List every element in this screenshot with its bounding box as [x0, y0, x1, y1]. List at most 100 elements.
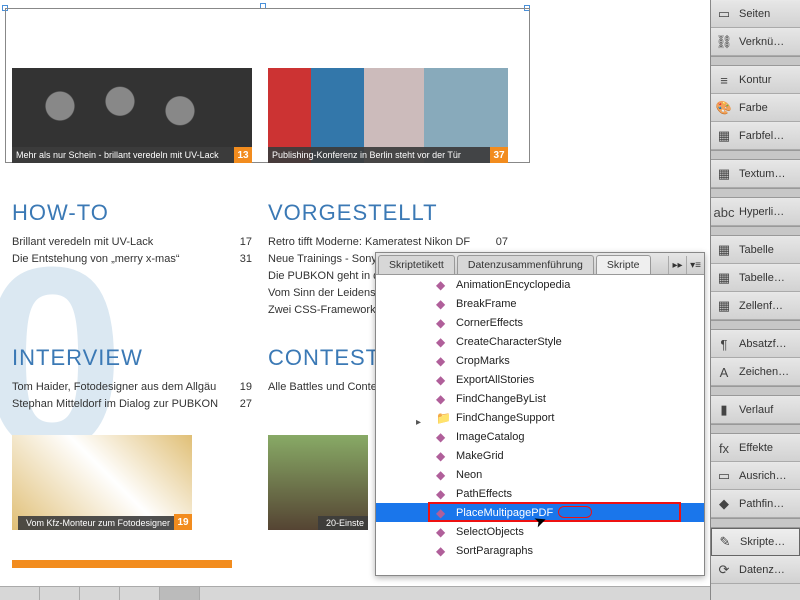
script-item-createcharacterstyle[interactable]: ◆CreateCharacterStyle — [376, 332, 704, 351]
script-icon: ◆ — [436, 297, 450, 311]
scripts-panel-tabs: Skriptetikett Datenzusammenführung Skrip… — [376, 253, 704, 275]
panel-icon: ✎ — [716, 534, 734, 550]
script-icon: ◆ — [436, 373, 450, 387]
section-title: HOW-TO — [12, 200, 252, 226]
section-interview: INTERVIEW Tom Haider, Fotodesigner aus d… — [12, 345, 252, 413]
script-icon: ◆ — [436, 525, 450, 539]
script-icon: ◆ — [436, 278, 450, 292]
script-item-exportallstories[interactable]: ◆ ExportAllStories — [376, 370, 704, 389]
panel-kontur[interactable]: ≡Kontur — [711, 66, 800, 94]
panel-label: Seiten — [739, 8, 770, 20]
script-name: SortParagraphs — [456, 545, 533, 557]
script-name: CreateCharacterStyle — [456, 336, 562, 348]
toc-line: Stephan Mitteldorf im Dialog zur PUBKON2… — [12, 396, 252, 413]
script-item-sortparagraphs[interactable]: ◆ SortParagraphs — [376, 541, 704, 560]
script-item-patheffects[interactable]: ◆PathEffects — [376, 484, 704, 503]
panel-icon: ▦ — [715, 242, 733, 258]
panel-effekte[interactable]: fx Effekte — [711, 434, 800, 462]
toc-text: Die Entstehung von „merry x-mas“ — [12, 251, 180, 268]
tab-skriptetikett[interactable]: Skriptetikett — [378, 255, 455, 274]
panel-label: Effekte — [739, 442, 773, 454]
panel-absatzf[interactable]: ¶ Absatzf… — [711, 330, 800, 358]
article-thumb-1[interactable]: Mehr als nur Schein - brillant veredeln … — [12, 68, 252, 163]
panel-farbfel[interactable]: ▦Farbfel… — [711, 122, 800, 150]
panel-label: Zeichen… — [739, 366, 789, 378]
toc-page: 27 — [240, 396, 252, 413]
section-title: INTERVIEW — [12, 345, 252, 371]
toc-text: Retro tifft Moderne: Kameratest Nikon DF — [268, 234, 470, 251]
tab-skripte[interactable]: Skripte — [596, 255, 651, 274]
script-icon: ◆ — [436, 392, 450, 406]
panel-icon: abc — [715, 204, 733, 220]
panel-skripte[interactable]: ✎Skripte… — [711, 528, 800, 556]
panel-label: Pathfin… — [739, 498, 784, 510]
panel-ausrich[interactable]: ▭Ausrich… — [711, 462, 800, 490]
script-item-makegrid[interactable]: ◆ MakeGrid — [376, 446, 704, 465]
toc-text: Brillant veredeln mit UV-Lack — [12, 234, 153, 251]
thumb-img-2[interactable]: 20-Einste — [268, 435, 368, 530]
script-icon: ◆ — [436, 468, 450, 482]
toc-line: Retro tifft Moderne: Kameratest Nikon DF… — [268, 234, 508, 251]
script-icon: ◆ — [436, 430, 450, 444]
panel-textum[interactable]: ▦Textum… — [711, 160, 800, 188]
article-page-num: 37 — [490, 147, 508, 163]
panel-dock[interactable]: ▭ Seiten ⛓Verknü… ≡Kontur🎨Farbe▦Farbfel… ▦Te… — [710, 0, 800, 600]
panel-tabelle[interactable]: ▦Tabelle… — [711, 264, 800, 292]
panel-verlauf[interactable]: ▮Verlauf — [711, 396, 800, 424]
tab-datenzusammenfuehrung[interactable]: Datenzusammenführung — [457, 255, 594, 274]
script-item-neon[interactable]: ◆ Neon — [376, 465, 704, 484]
script-name: Neon — [456, 469, 482, 481]
script-item-animationencyclopedia[interactable]: ◆ AnimationEncyclopedia — [376, 275, 704, 294]
panel-label: Hyperli… — [739, 206, 784, 218]
script-item-cornereffects[interactable]: ◆CornerEffects — [376, 313, 704, 332]
script-name: FindChangeByList — [456, 393, 546, 405]
script-name: ImageCatalog — [456, 431, 525, 443]
panel-label: Verlauf — [739, 404, 773, 416]
panel-hyperli[interactable]: abc Hyperli… — [711, 198, 800, 226]
panel-seiten[interactable]: ▭ Seiten — [711, 0, 800, 28]
panel-icon: fx — [715, 440, 733, 456]
article-caption: Publishing-Konferenz in Berlin steht vor… — [268, 147, 508, 163]
panel-label: Kontur — [739, 74, 771, 86]
panel-icon: ▦ — [715, 128, 733, 144]
article-page-num: 13 — [234, 147, 252, 163]
script-item-cropmarks[interactable]: ◆CropMarks — [376, 351, 704, 370]
panel-zeichen[interactable]: AZeichen… — [711, 358, 800, 386]
script-name: AnimationEncyclopedia — [456, 279, 570, 291]
panel-tabelle[interactable]: ▦Tabelle — [711, 236, 800, 264]
panel-verknü[interactable]: ⛓Verknü… — [711, 28, 800, 56]
script-item-breakframe[interactable]: ◆ BreakFrame — [376, 294, 704, 313]
panel-farbe[interactable]: 🎨Farbe — [711, 94, 800, 122]
panel-zellenf[interactable]: ▦Zellenf… — [711, 292, 800, 320]
toc-line: Tom Haider, Fotodesigner aus dem Allgäu1… — [12, 379, 252, 396]
article-thumb-2[interactable]: Publishing-Konferenz in Berlin steht vor… — [268, 68, 508, 163]
panel-label: Absatzf… — [739, 338, 787, 350]
panel-icon: ▦ — [715, 270, 733, 286]
toc-text: Zwei CSS-Frameworks — [268, 302, 381, 319]
toc-text: Neue Trainings - Sony V — [268, 251, 387, 268]
toc-line: Die Entstehung von „merry x-mas“31 — [12, 251, 252, 268]
script-item-imagecatalog[interactable]: ◆ ImageCatalog — [376, 427, 704, 446]
panel-collapse-icon[interactable]: ▸▸ — [668, 256, 686, 274]
panel-pathfin[interactable]: ◆ Pathfin… — [711, 490, 800, 518]
panel-icon: ⛓ — [715, 34, 733, 50]
script-name: SelectObjects — [456, 526, 524, 538]
panel-datenz[interactable]: ⟳Datenz… — [711, 556, 800, 584]
script-name: ExportAllStories — [456, 374, 534, 386]
toc-text: Vom Sinn der Leidensch — [268, 285, 387, 302]
panel-menu-icon[interactable]: ▾≡ — [686, 256, 704, 274]
panel-icon: ▭ — [715, 6, 733, 22]
script-item-findchangesupport[interactable]: 📁FindChangeSupport — [376, 408, 704, 427]
thumb-img-1[interactable]: Vom Kfz-Monteur zum Fotodesigner 19 — [12, 435, 192, 530]
script-icon: ◆ — [436, 449, 450, 463]
panel-icon: ¶ — [715, 336, 733, 352]
toc-page: 19 — [240, 379, 252, 396]
script-item-findchangebylist[interactable]: ◆ FindChangeByList — [376, 389, 704, 408]
script-icon: ◆ — [436, 316, 450, 330]
script-name: BreakFrame — [456, 298, 517, 310]
expand-caret-icon[interactable]: ▸ — [416, 417, 421, 428]
toc-text: Die PUBKON geht in di — [268, 268, 382, 285]
script-icon: ◆ — [436, 544, 450, 558]
panel-icon: ◆ — [715, 496, 733, 512]
script-name: MakeGrid — [456, 450, 504, 462]
